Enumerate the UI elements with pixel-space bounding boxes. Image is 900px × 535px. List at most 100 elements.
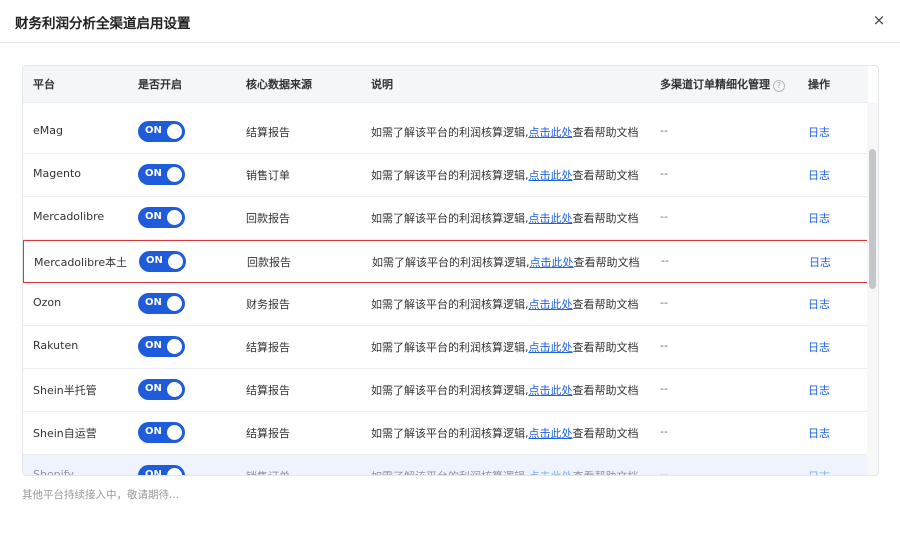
- toggle-knob: [167, 425, 182, 440]
- table-row: Mercadolibre本土 ON 回款报告 如需了解该平台的利润核算逻辑,点击此处查…: [23, 240, 868, 283]
- table-row: eMag ON 结算报告 如需了解该平台的利润核算逻辑,点击此处查看帮助文档 -- 日志: [23, 111, 868, 154]
- enable-toggle[interactable]: ON: [138, 293, 185, 314]
- toggle-switch[interactable]: ON: [139, 251, 186, 272]
- toggle-switch[interactable]: ON: [138, 379, 185, 400]
- toggle-label: ON: [145, 469, 162, 476]
- enable-toggle[interactable]: ON: [138, 121, 185, 142]
- toggle-switch[interactable]: ON: [138, 207, 185, 228]
- fine-management-value: --: [661, 254, 669, 267]
- description-text-suffix: 查看帮助文档: [572, 169, 639, 182]
- log-link[interactable]: 日志: [808, 210, 830, 226]
- log-link[interactable]: 日志: [809, 254, 831, 270]
- table-body: eMag ON 结算报告 如需了解该平台的利润核算逻辑,点击此处查看帮助文档 -- 日志 M…: [23, 103, 868, 476]
- description-text-suffix: 查看帮助文档: [572, 126, 639, 139]
- footer-note: 其他平台持续接入中，敬请期待...: [22, 489, 180, 501]
- platform-name: Rakuten: [33, 339, 79, 352]
- description-text: 如需了解该平台的利润核算逻辑,: [371, 427, 529, 440]
- description-text: 如需了解该平台的利润核算逻辑,: [371, 384, 529, 397]
- settings-dialog: 财务利润分析全渠道启用设置 × 平台 是否开启 核心数据来源 说明 多渠道订单精…: [0, 0, 900, 535]
- description-text-suffix: 查看帮助文档: [572, 341, 639, 354]
- vertical-scrollbar[interactable]: [867, 103, 878, 475]
- help-icon[interactable]: ?: [773, 80, 785, 92]
- fine-management-value: --: [660, 425, 668, 438]
- help-doc-link[interactable]: 点击此处: [529, 427, 573, 440]
- close-icon[interactable]: ×: [870, 11, 888, 29]
- description: 如需了解该平台的利润核算逻辑,点击此处查看帮助文档: [372, 254, 640, 270]
- log-link[interactable]: 日志: [808, 167, 830, 183]
- description-text-suffix: 查看帮助文档: [572, 384, 639, 397]
- toggle-switch[interactable]: ON: [138, 465, 185, 476]
- toggle-label: ON: [145, 426, 162, 437]
- toggle-knob: [167, 167, 182, 182]
- enable-toggle[interactable]: ON: [138, 465, 185, 476]
- help-doc-link[interactable]: 点击此处: [529, 341, 573, 354]
- toggle-switch[interactable]: ON: [138, 293, 185, 314]
- help-doc-link[interactable]: 点击此处: [529, 212, 573, 225]
- enable-toggle[interactable]: ON: [139, 251, 186, 272]
- header-fine-management-label: 多渠道订单精细化管理: [660, 78, 770, 91]
- enable-toggle[interactable]: ON: [138, 379, 185, 400]
- description-text: 如需了解该平台的利润核算逻辑,: [371, 169, 529, 182]
- platform-name: Shein自运营: [33, 427, 97, 440]
- data-source: 销售订单: [246, 169, 290, 182]
- enable-toggle[interactable]: ON: [138, 207, 185, 228]
- table-header: 平台 是否开启 核心数据来源 说明 多渠道订单精细化管理? 操作: [23, 66, 868, 103]
- table-row: Ozon ON 财务报告 如需了解该平台的利润核算逻辑,点击此处查看帮助文档 -- 日志: [23, 283, 868, 326]
- data-source: 回款报告: [247, 256, 291, 269]
- header-actions: 操作: [808, 78, 830, 91]
- toggle-switch[interactable]: ON: [138, 422, 185, 443]
- toggle-label: ON: [146, 255, 163, 266]
- enable-toggle[interactable]: ON: [138, 336, 185, 357]
- toggle-knob: [167, 124, 182, 139]
- header-description: 说明: [371, 78, 393, 91]
- log-link[interactable]: 日志: [808, 124, 830, 140]
- log-link[interactable]: 日志: [808, 339, 830, 355]
- description: 如需了解该平台的利润核算逻辑,点击此处查看帮助文档: [371, 210, 639, 226]
- data-source: 结算报告: [246, 384, 290, 397]
- table-row: Shopify ON 销售订单 如需了解该平台的利润核算逻辑,点击此处查看帮助文档 --…: [23, 455, 868, 476]
- toggle-label: ON: [145, 383, 162, 394]
- enable-toggle[interactable]: ON: [138, 164, 185, 185]
- description: 如需了解该平台的利润核算逻辑,点击此处查看帮助文档: [371, 339, 639, 355]
- log-link[interactable]: 日志: [808, 296, 830, 312]
- toggle-switch[interactable]: ON: [138, 164, 185, 185]
- data-source: 销售订单: [246, 468, 290, 475]
- platform-name: Shein半托管: [33, 384, 97, 397]
- help-doc-link[interactable]: 点击此处: [529, 169, 573, 182]
- log-link[interactable]: 日志: [808, 382, 830, 398]
- help-doc-link[interactable]: 点击此处: [529, 384, 573, 397]
- help-doc-link[interactable]: 点击此处: [529, 126, 573, 139]
- description: 如需了解该平台的利润核算逻辑,点击此处查看帮助文档: [371, 468, 639, 475]
- header-fine-management: 多渠道订单精细化管理?: [660, 76, 785, 92]
- fine-management-value: --: [660, 382, 668, 395]
- description: 如需了解该平台的利润核算逻辑,点击此处查看帮助文档: [371, 296, 639, 312]
- scrollbar-thumb[interactable]: [869, 149, 876, 289]
- toggle-switch[interactable]: ON: [138, 121, 185, 142]
- table-row: Magento ON 销售订单 如需了解该平台的利润核算逻辑,点击此处查看帮助文档 --…: [23, 154, 868, 197]
- description-text-suffix: 查看帮助文档: [573, 256, 640, 269]
- log-link[interactable]: 日志: [808, 425, 830, 441]
- help-doc-link[interactable]: 点击此处: [530, 256, 574, 269]
- data-source: 财务报告: [246, 298, 290, 311]
- toggle-knob: [167, 296, 182, 311]
- description-text: 如需了解该平台的利润核算逻辑,: [372, 256, 530, 269]
- help-doc-link[interactable]: 点击此处: [529, 298, 573, 311]
- log-link[interactable]: 日志: [808, 468, 830, 475]
- toggle-switch[interactable]: ON: [138, 336, 185, 357]
- toggle-label: ON: [145, 297, 162, 308]
- toggle-label: ON: [145, 125, 162, 136]
- data-source: 结算报告: [246, 427, 290, 440]
- data-source: 结算报告: [246, 126, 290, 139]
- platform-name: Shopify: [33, 468, 74, 476]
- data-source: 回款报告: [246, 212, 290, 225]
- fine-management-value: --: [660, 296, 668, 309]
- enable-toggle[interactable]: ON: [138, 422, 185, 443]
- fine-management-value: --: [660, 210, 668, 223]
- description-text-suffix: 查看帮助文档: [572, 212, 639, 225]
- toggle-label: ON: [145, 168, 162, 179]
- description-text-suffix: 查看帮助文档: [572, 298, 639, 311]
- toggle-label: ON: [145, 211, 162, 222]
- help-doc-link[interactable]: 点击此处: [529, 470, 573, 475]
- description: 如需了解该平台的利润核算逻辑,点击此处查看帮助文档: [371, 124, 639, 140]
- platform-name: Ozon: [33, 296, 62, 309]
